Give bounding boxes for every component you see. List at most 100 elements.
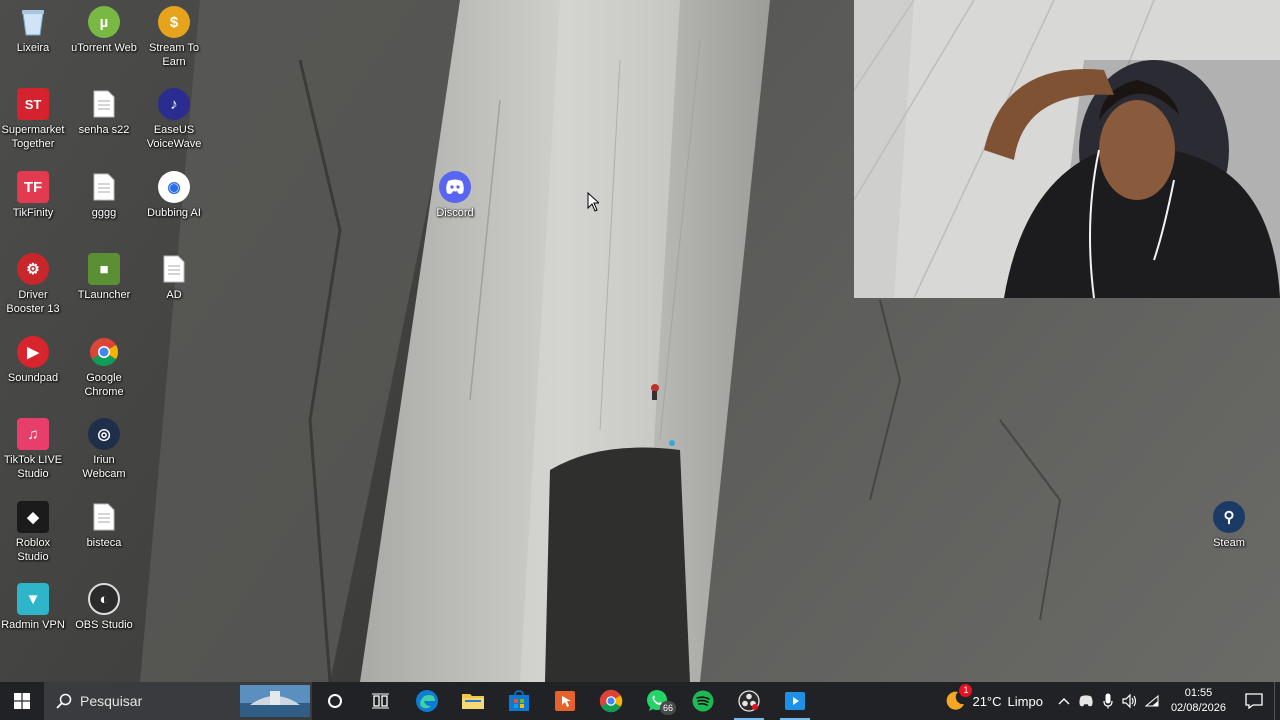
- desktop-icon-discord[interactable]: Discord: [420, 171, 490, 220]
- tray-volume-button[interactable]: [1119, 682, 1141, 720]
- dubbing-ai-icon: ◉: [158, 171, 190, 203]
- desktop-icon-gggg[interactable]: gggg: [69, 171, 139, 220]
- desktop-icon-label: Roblox Studio: [15, 537, 51, 563]
- desktop-icon-ad[interactable]: AD: [139, 253, 209, 302]
- text-file-icon: [158, 253, 190, 285]
- desktop-icon-tiktok-live-studio[interactable]: ♫ TikTok LIVE Studio: [0, 418, 68, 481]
- desktop-icon-utorrent-web[interactable]: µ uTorrent Web: [69, 6, 139, 55]
- desktop-icon-label: Google Chrome: [84, 372, 124, 398]
- desktop-icon-easeus-voicewave[interactable]: ♪ EaseUS VoiceWave: [139, 88, 209, 151]
- clock-time: 01:55: [1184, 687, 1213, 699]
- desktop-icon-label: TikTok LIVE Studio: [3, 454, 63, 480]
- desktop-icon-senha-s22[interactable]: senha s22: [69, 88, 139, 137]
- cortana-circle-icon: [328, 694, 342, 708]
- desktop-icon-steam[interactable]: ⚲ Steam: [1194, 501, 1264, 550]
- start-button[interactable]: [0, 682, 44, 720]
- taskbar-clock[interactable]: 01:55 02/08/2026: [1163, 682, 1234, 720]
- media-app-icon: [785, 692, 805, 710]
- radmin-vpn-icon: ▼: [17, 583, 49, 615]
- supermarket-together-icon: ST: [17, 88, 49, 120]
- weather-condition: Limpo: [1007, 693, 1043, 709]
- steam-icon: ⚲: [1213, 501, 1245, 533]
- weather-alert-badge: 1: [959, 683, 973, 697]
- taskbar-edge-button[interactable]: [404, 682, 450, 720]
- taskbar-whatsapp-button[interactable]: 66: [634, 682, 680, 720]
- taskbar-chrome-button[interactable]: [588, 682, 634, 720]
- driver-booster-icon: ⚙: [17, 253, 49, 285]
- desktop-icon-roblox-studio[interactable]: ◆ Roblox Studio: [0, 501, 68, 564]
- tikfinity-icon: TF: [17, 171, 49, 203]
- tray-microphone-button[interactable]: [1097, 682, 1119, 720]
- soundpad-icon: ▶: [17, 336, 49, 368]
- action-center-button[interactable]: [1234, 682, 1274, 720]
- desktop-icon-label: gggg: [91, 207, 117, 219]
- desktop-icon-label: bisteca: [86, 537, 122, 549]
- orange-app-icon: [555, 691, 575, 711]
- spotify-icon: [692, 690, 714, 712]
- weather-moon-icon: 1: [944, 683, 973, 713]
- discord-icon: [439, 171, 471, 203]
- desktop-icon-bisteca[interactable]: bisteca: [69, 501, 139, 550]
- system-tray: 1 21°C Limpo 01:55 02/08/2026: [934, 682, 1280, 720]
- desktop-icon-label: TLauncher: [77, 289, 131, 301]
- wifi-icon: [1144, 695, 1159, 707]
- taskbar-file-explorer-button[interactable]: [450, 682, 496, 720]
- chrome-icon: [599, 689, 623, 713]
- desktop-icon-label: Iriun Webcam: [82, 454, 126, 480]
- task-view-icon: [372, 693, 389, 709]
- text-file-icon: [88, 88, 120, 120]
- easeus-voicewave-icon: ♪: [158, 88, 190, 120]
- obs-studio-icon: ◐: [88, 583, 120, 615]
- desktop-icon-label: AD: [166, 289, 182, 301]
- windows-logo-icon: [14, 693, 30, 709]
- text-file-icon: [88, 501, 120, 533]
- taskbar-obs-button[interactable]: [726, 682, 772, 720]
- desktop-icon-label: Driver Booster 13: [6, 289, 60, 315]
- desktop-icon-lixeira[interactable]: Lixeira: [0, 6, 68, 55]
- taskbar-orange-app-button[interactable]: [542, 682, 588, 720]
- desktop-icon-label: Discord: [436, 207, 474, 219]
- discord-icon: [1079, 695, 1093, 707]
- speaker-icon: [1122, 694, 1137, 708]
- desktop-icon-dubbing-ai[interactable]: ◉ Dubbing AI: [139, 171, 209, 220]
- taskbar-spotify-button[interactable]: [680, 682, 726, 720]
- desktop-icon-supermarket-together[interactable]: ST Supermarket Together: [0, 88, 68, 151]
- desktop-icon-tlauncher[interactable]: ■ TLauncher: [69, 253, 139, 302]
- edge-icon: [416, 690, 438, 712]
- desktop-icon-stream-to-earn[interactable]: $ Stream To Earn: [139, 6, 209, 69]
- desktop-icon-obs-studio[interactable]: ◐ OBS Studio: [69, 583, 139, 632]
- desktop-icon-label: TikFinity: [12, 207, 54, 219]
- desktop-icon-radmin-vpn[interactable]: ▼ Radmin VPN: [0, 583, 68, 632]
- desktop-icon-tikfinity[interactable]: TF TikFinity: [0, 171, 68, 220]
- desktop-icon-driver-booster[interactable]: ⚙ Driver Booster 13: [0, 253, 68, 316]
- search-icon: [56, 693, 72, 709]
- taskbar-cortana-button[interactable]: [312, 682, 358, 720]
- taskbar-task-view-button[interactable]: [358, 682, 404, 720]
- desktop-icon-label: Dubbing AI: [147, 207, 201, 219]
- recycle-bin-icon: [17, 6, 49, 38]
- folder-icon: [462, 694, 484, 709]
- taskbar-search-box[interactable]: Pesquisar: [44, 682, 312, 720]
- desktop-icon-label: Steam: [1213, 537, 1245, 549]
- store-icon: [509, 690, 529, 711]
- search-placeholder: Pesquisar: [80, 693, 143, 709]
- tiktok-live-studio-icon: ♫: [17, 418, 49, 450]
- show-hidden-icons-button[interactable]: [1053, 682, 1075, 720]
- desktop-icon-label: Soundpad: [7, 372, 59, 384]
- webcam-overlay: [854, 0, 1280, 298]
- mouse-cursor-icon: [587, 191, 601, 217]
- show-desktop-button[interactable]: [1274, 682, 1280, 720]
- obs-studio-icon: [738, 690, 760, 712]
- desktop-icon-soundpad[interactable]: ▶ Soundpad: [0, 336, 68, 385]
- desktop-icon-google-chrome[interactable]: Google Chrome: [69, 336, 139, 399]
- tray-network-button[interactable]: [1141, 682, 1163, 720]
- desktop-icon-label: Lixeira: [16, 42, 50, 54]
- taskbar-media-app-button[interactable]: [772, 682, 818, 720]
- desktop-icon-iriun-webcam[interactable]: ◎ Iriun Webcam: [69, 418, 139, 481]
- taskbar-store-button[interactable]: [496, 682, 542, 720]
- chevron-up-icon: [1058, 698, 1070, 705]
- tray-discord-button[interactable]: [1075, 682, 1097, 720]
- microphone-icon: [1103, 693, 1113, 709]
- weather-widget[interactable]: 1 21°C Limpo: [934, 682, 1052, 720]
- webcam-feed-image: [854, 0, 1280, 298]
